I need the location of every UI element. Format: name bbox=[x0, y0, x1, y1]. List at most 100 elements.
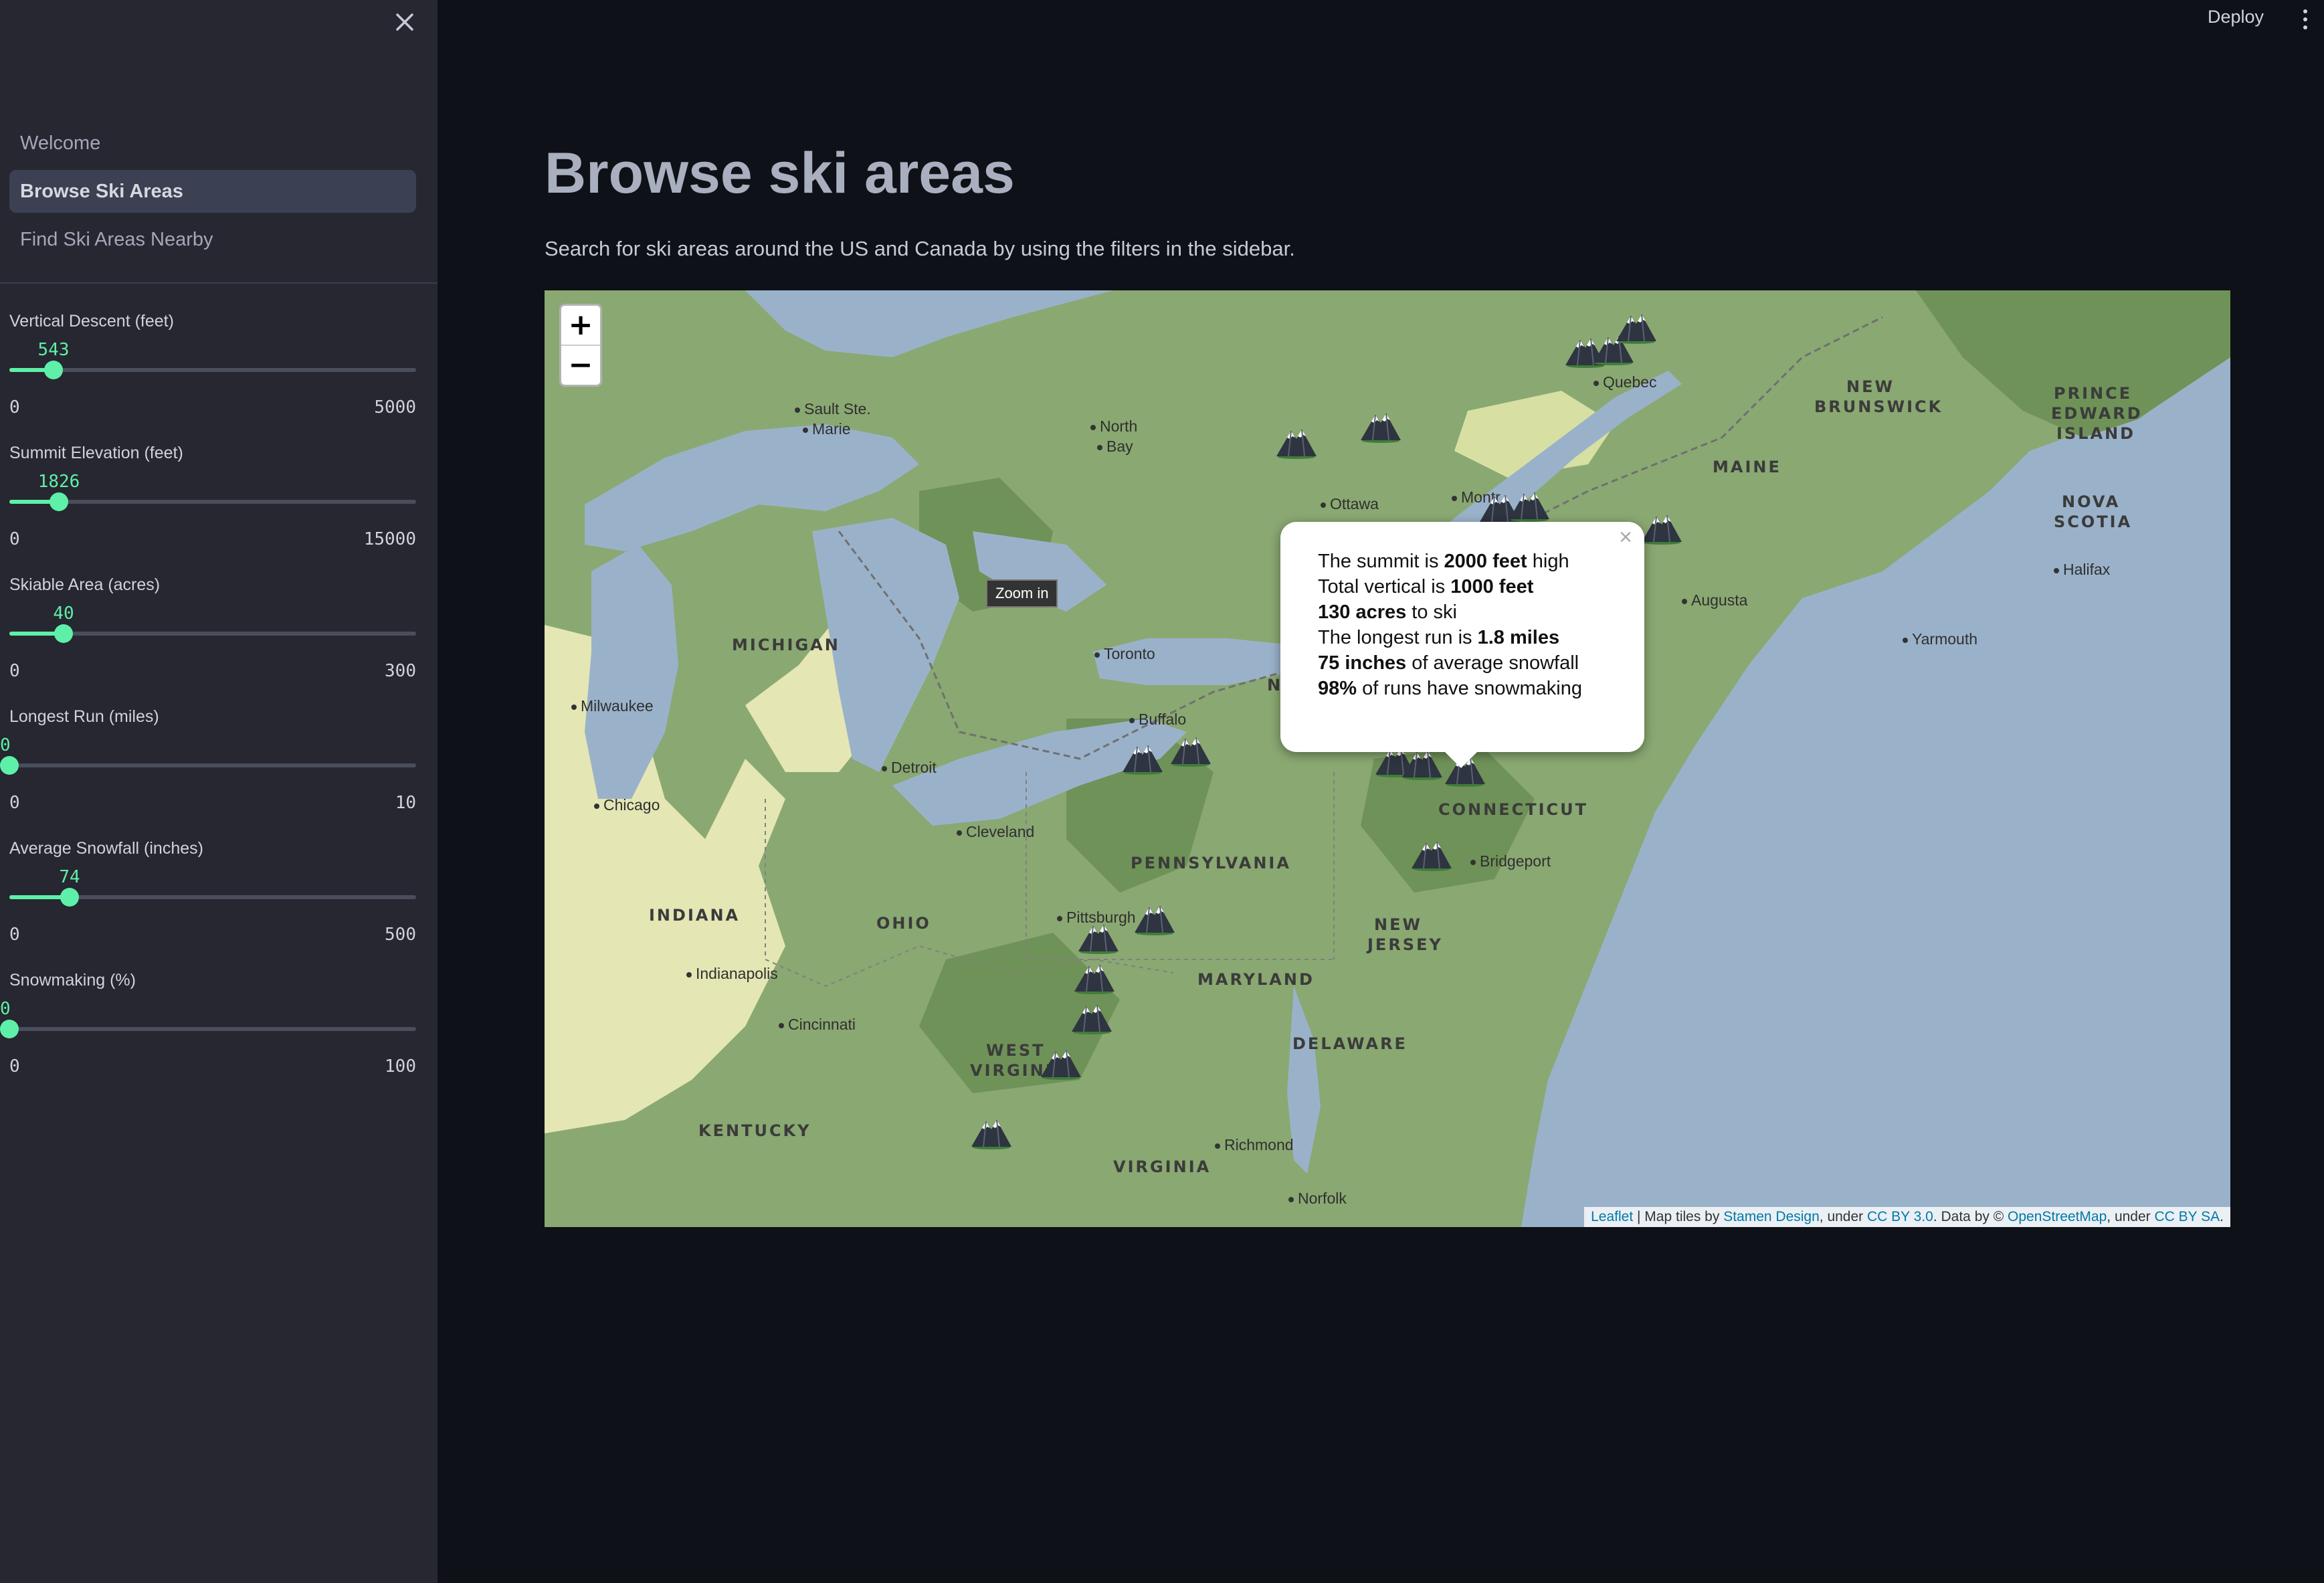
slider-min: 0 bbox=[9, 397, 20, 417]
vertical-descent-slider: Vertical Descent (feet) 543 0 5000 bbox=[9, 312, 416, 432]
slider-min: 0 bbox=[9, 925, 20, 945]
popup-vertical-line: Total vertical is 1000 feet bbox=[1318, 576, 1534, 597]
osm-link[interactable]: OpenStreetMap bbox=[2008, 1209, 2107, 1224]
mountain-icon[interactable] bbox=[1640, 510, 1683, 545]
zoom-in-button[interactable]: + bbox=[561, 306, 600, 345]
mountain-icon[interactable] bbox=[1073, 959, 1116, 994]
cc-by-sa-link[interactable]: CC BY SA bbox=[2155, 1209, 2220, 1224]
slider-track[interactable] bbox=[0, 1020, 416, 1038]
deploy-button[interactable]: Deploy bbox=[2208, 7, 2264, 27]
slider-value: 1826 bbox=[37, 472, 80, 492]
leaflet-link[interactable]: Leaflet bbox=[1591, 1209, 1633, 1224]
region-label: PENNSYLVANIA bbox=[1131, 854, 1291, 872]
nav-item-browse-ski-areas[interactable]: Browse Ski Areas bbox=[9, 170, 416, 213]
slider-thumb[interactable] bbox=[54, 624, 74, 643]
slider-value: 74 bbox=[59, 867, 80, 887]
slider-thumb[interactable] bbox=[0, 1020, 19, 1038]
slider-value: 0 bbox=[0, 735, 11, 755]
slider-max: 100 bbox=[385, 1056, 416, 1077]
snowmaking-slider: Snowmaking (%) 0 0 100 bbox=[0, 971, 416, 1091]
mountain-icon[interactable] bbox=[1070, 1000, 1113, 1034]
city-label: Norfolk bbox=[1288, 1190, 1347, 1208]
slider-label: Vertical Descent (feet) bbox=[9, 312, 174, 331]
nav-item-welcome[interactable]: Welcome bbox=[9, 122, 416, 165]
slider-track[interactable] bbox=[9, 624, 416, 643]
region-label: INDIANA bbox=[649, 906, 741, 925]
region-label: OHIO bbox=[876, 914, 931, 933]
close-icon[interactable] bbox=[391, 8, 419, 36]
stamen-link[interactable]: Stamen Design bbox=[1723, 1209, 1820, 1224]
city-label: Marie bbox=[803, 420, 851, 438]
city-label: North bbox=[1090, 417, 1137, 436]
slider-min: 0 bbox=[9, 793, 20, 813]
region-label: NEW bbox=[1846, 377, 1895, 396]
nav-item-find-ski-areas-nearby[interactable]: Find Ski Areas Nearby bbox=[9, 218, 416, 261]
cc-by-link[interactable]: CC BY 3.0 bbox=[1867, 1209, 1933, 1224]
slider-label: Snowmaking (%) bbox=[9, 971, 136, 990]
region-label: CONNECTICUT bbox=[1438, 800, 1588, 819]
zoom-tooltip: Zoom in bbox=[986, 579, 1058, 608]
slider-thumb[interactable] bbox=[0, 756, 19, 775]
city-label: Bridgeport bbox=[1470, 852, 1551, 870]
slider-track[interactable] bbox=[9, 888, 416, 907]
city-label: Sault Ste. bbox=[795, 400, 871, 418]
slider-min: 0 bbox=[9, 1056, 20, 1077]
slider-min: 0 bbox=[9, 529, 20, 549]
sidebar-nav: Welcome Browse Ski Areas Find Ski Areas … bbox=[9, 122, 416, 266]
slider-thumb[interactable] bbox=[50, 492, 68, 511]
city-label: Yarmouth bbox=[1903, 630, 1977, 648]
city-label: Cleveland bbox=[957, 823, 1034, 841]
region-label: WEST bbox=[986, 1041, 1046, 1060]
mountain-icon[interactable] bbox=[1133, 901, 1176, 935]
region-label: ISLAND bbox=[2056, 424, 2136, 443]
slider-value: 40 bbox=[53, 603, 74, 624]
slider-max: 10 bbox=[395, 793, 416, 813]
mountain-icon[interactable] bbox=[1508, 487, 1551, 522]
slider-thumb[interactable] bbox=[44, 361, 64, 379]
mountain-icon[interactable] bbox=[1359, 408, 1402, 443]
slider-max: 5000 bbox=[374, 397, 416, 417]
slider-max: 500 bbox=[385, 925, 416, 945]
slider-max: 15000 bbox=[363, 529, 416, 549]
slider-track[interactable] bbox=[0, 756, 416, 775]
slider-label: Skiable Area (acres) bbox=[9, 575, 161, 594]
slider-track[interactable] bbox=[9, 492, 416, 511]
region-label: SCOTIA bbox=[2054, 513, 2133, 531]
popup-longest-run-line: The longest run is 1.8 miles bbox=[1318, 627, 1560, 648]
mountain-icon[interactable] bbox=[1077, 919, 1120, 954]
zoom-out-button[interactable]: − bbox=[561, 345, 600, 385]
popup-close-button[interactable]: × bbox=[1619, 525, 1632, 550]
city-label: Indianapolis bbox=[686, 965, 778, 983]
city-label: Cincinnati bbox=[779, 1016, 856, 1034]
skiable-area-slider: Skiable Area (acres) 40 0 300 bbox=[9, 575, 416, 696]
city-label: Toronto bbox=[1094, 645, 1155, 663]
summit-elevation-slider: Summit Elevation (feet) 1826 0 15000 bbox=[9, 444, 416, 564]
ski-area-map[interactable]: MICHIGAN INDIANA OHIO PENNSYLVANIA MARYL… bbox=[545, 290, 2230, 1227]
ski-area-popup: × The summit is 2000 feet high Total ver… bbox=[1280, 522, 1644, 768]
mountain-icon[interactable] bbox=[1040, 1045, 1082, 1080]
mountain-icon[interactable] bbox=[1121, 740, 1164, 775]
city-label: Detroit bbox=[882, 759, 937, 777]
mountain-icon[interactable] bbox=[1275, 424, 1318, 459]
map-attribution: Leaflet | Map tiles by Stamen Design, un… bbox=[1584, 1207, 2230, 1227]
popup-acres-line: 130 acres to ski bbox=[1318, 601, 1457, 623]
city-label: Augusta bbox=[1682, 591, 1747, 610]
slider-track[interactable] bbox=[9, 361, 416, 379]
mountain-icon[interactable] bbox=[1615, 309, 1658, 344]
page-subtitle: Search for ski areas around the US and C… bbox=[545, 237, 1295, 260]
slider-value: 543 bbox=[37, 340, 70, 360]
city-label: Richmond bbox=[1215, 1136, 1294, 1154]
slider-label: Average Snowfall (inches) bbox=[9, 839, 203, 858]
city-label: Ottawa bbox=[1321, 495, 1379, 513]
kebab-menu-icon[interactable] bbox=[2299, 5, 2312, 37]
region-label: EDWARD bbox=[2051, 404, 2143, 423]
slider-min: 0 bbox=[9, 661, 20, 681]
popup-summit-line: The summit is 2000 feet high bbox=[1318, 551, 1569, 572]
mountain-icon[interactable] bbox=[970, 1115, 1013, 1149]
region-label: KENTUCKY bbox=[698, 1121, 811, 1140]
sidebar-divider bbox=[0, 282, 438, 284]
mountain-icon[interactable] bbox=[1410, 836, 1453, 871]
mountain-icon[interactable] bbox=[1169, 732, 1212, 767]
slider-thumb[interactable] bbox=[60, 888, 79, 907]
region-label: VIRGINIA bbox=[1113, 1157, 1212, 1176]
